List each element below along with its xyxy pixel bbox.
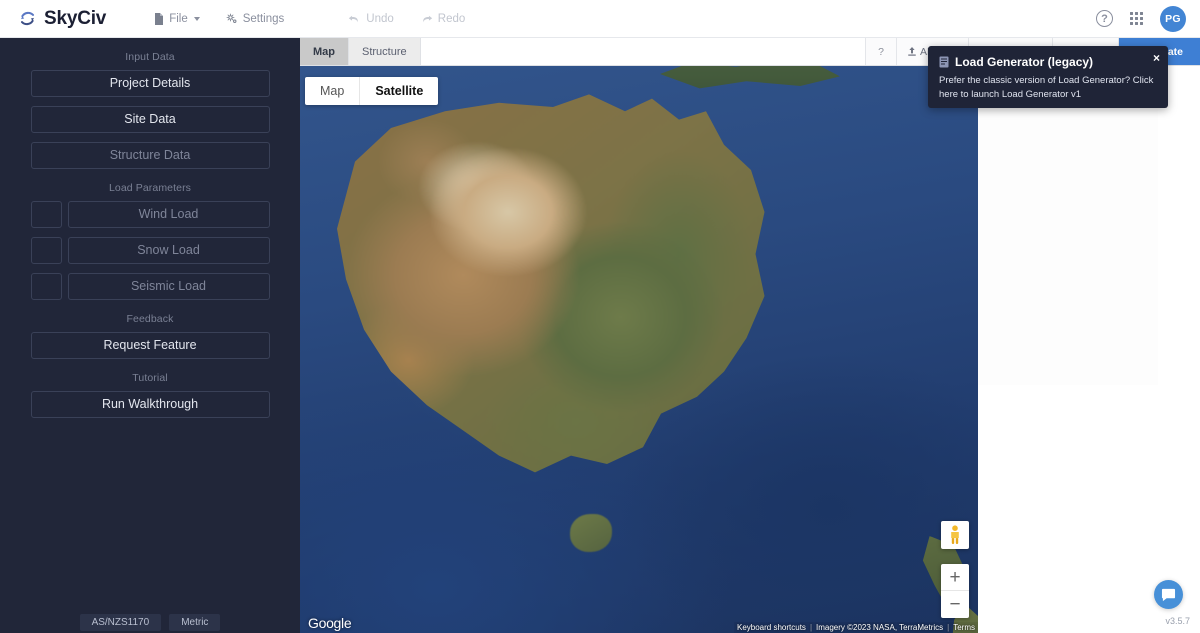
attribution-separator: | xyxy=(810,623,812,632)
status-badge-code[interactable]: AS/NZS1170 xyxy=(80,614,162,631)
brand-logo-area[interactable]: SkyCiv xyxy=(18,8,106,30)
file-menu-button[interactable]: File xyxy=(154,13,200,25)
settings-menu-label: Settings xyxy=(243,13,285,25)
redo-label: Redo xyxy=(438,13,466,25)
toolbar-spacer xyxy=(421,38,867,65)
sidebar-item-structure-data[interactable]: Structure Data xyxy=(31,142,270,169)
street-view-pegman-icon[interactable] xyxy=(941,521,969,549)
sidebar-item-project-details[interactable]: Project Details xyxy=(31,70,270,97)
map-landmass-tasmania xyxy=(570,514,612,552)
undo-button[interactable]: Undo xyxy=(348,13,394,25)
terms-link[interactable]: Terms xyxy=(953,623,975,632)
imagery-attribution: Imagery ©2023 NASA, TerraMetrics xyxy=(816,623,943,632)
map-canvas[interactable]: Map Satellite + − Google Keyboard shortc… xyxy=(300,66,978,633)
load-parameter-row-wind: Wind Load xyxy=(0,201,300,228)
brand-name: SkyCiv xyxy=(44,8,106,30)
nav-right-actions: ? PG xyxy=(1096,6,1186,32)
status-badge-units[interactable]: Metric xyxy=(169,614,220,631)
right-panel-card xyxy=(978,110,1158,385)
load-parameter-row-seismic: Seismic Load xyxy=(0,273,300,300)
sidebar-section-input-data: Input Data xyxy=(0,51,300,63)
map-type-map[interactable]: Map xyxy=(305,77,359,105)
top-navigation-bar: SkyCiv File Settings xyxy=(0,0,1200,38)
nav-menu-items: File Settings Undo xyxy=(154,13,465,25)
sidebar-section-tutorial: Tutorial xyxy=(0,372,300,384)
tab-map[interactable]: Map xyxy=(300,38,349,65)
sidebar-status-badges: AS/NZS1170 Metric xyxy=(0,614,300,631)
snow-load-checkbox[interactable] xyxy=(31,237,62,264)
keyboard-shortcuts-link[interactable]: Keyboard shortcuts xyxy=(737,623,806,632)
toolbar-help-button[interactable]: ? xyxy=(866,38,897,65)
file-menu-label: File xyxy=(169,13,188,25)
map-zoom-controls: + − xyxy=(941,564,969,618)
popup-title: Load Generator (legacy) xyxy=(955,55,1093,69)
settings-menu-button[interactable]: Settings xyxy=(226,13,285,25)
chat-bubble-icon[interactable] xyxy=(1154,580,1183,609)
undo-icon xyxy=(348,14,361,24)
google-logo: Google xyxy=(308,615,351,631)
chevron-down-icon xyxy=(194,17,200,21)
sidebar-section-feedback: Feedback xyxy=(0,313,300,325)
help-icon[interactable]: ? xyxy=(1096,10,1113,27)
redo-button[interactable]: Redo xyxy=(420,13,466,25)
run-walkthrough-button[interactable]: Run Walkthrough xyxy=(31,391,270,418)
sidebar-item-site-data[interactable]: Site Data xyxy=(31,106,270,133)
chat-bubble-glyph xyxy=(1161,588,1176,602)
request-feature-button[interactable]: Request Feature xyxy=(31,332,270,359)
redo-icon xyxy=(420,14,433,24)
popup-body-text: Prefer the classic version of Load Gener… xyxy=(939,74,1157,102)
document-icon xyxy=(939,56,949,68)
sidebar-item-snow-load[interactable]: Snow Load xyxy=(68,237,270,264)
sidebar: Input Data Project Details Site Data Str… xyxy=(0,38,300,633)
skyciv-logo-icon xyxy=(18,9,37,28)
app-root: SkyCiv File Settings xyxy=(0,0,1200,633)
sidebar-item-seismic-load[interactable]: Seismic Load xyxy=(68,273,270,300)
undo-label: Undo xyxy=(366,13,394,25)
apps-grid-icon[interactable] xyxy=(1130,12,1143,25)
map-type-control: Map Satellite xyxy=(305,77,438,105)
right-panel xyxy=(978,66,1200,633)
sidebar-item-wind-load[interactable]: Wind Load xyxy=(68,201,270,228)
wind-load-checkbox[interactable] xyxy=(31,201,62,228)
gear-icon xyxy=(226,13,238,25)
zoom-in-button[interactable]: + xyxy=(941,564,969,591)
tab-structure[interactable]: Structure xyxy=(349,38,421,65)
avatar[interactable]: PG xyxy=(1160,6,1186,32)
file-icon xyxy=(154,13,164,25)
map-type-satellite[interactable]: Satellite xyxy=(359,77,438,105)
zoom-out-button[interactable]: − xyxy=(941,591,969,618)
upload-icon xyxy=(908,47,916,56)
load-generator-legacy-popup[interactable]: × Load Generator (legacy) Prefer the cla… xyxy=(928,46,1168,108)
load-parameter-row-snow: Snow Load xyxy=(0,237,300,264)
map-attribution: Keyboard shortcuts | Imagery ©2023 NASA,… xyxy=(734,622,978,633)
pegman-figure-icon xyxy=(948,525,962,545)
attribution-separator: | xyxy=(947,623,949,632)
app-version: v3.5.7 xyxy=(1165,616,1190,626)
close-icon[interactable]: × xyxy=(1153,52,1160,64)
seismic-load-checkbox[interactable] xyxy=(31,273,62,300)
sidebar-section-load-parameters: Load Parameters xyxy=(0,182,300,194)
popup-title-row: Load Generator (legacy) xyxy=(939,55,1157,69)
